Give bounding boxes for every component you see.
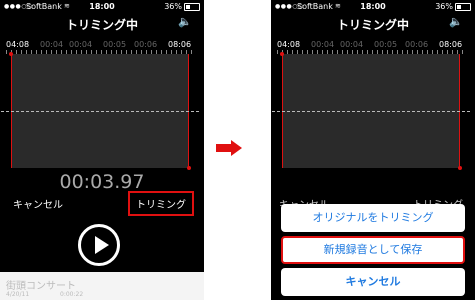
ruler-label: 00:05 xyxy=(103,40,127,49)
waveform-center-line xyxy=(272,111,470,112)
ruler-label: 00:06 xyxy=(134,40,158,49)
ruler-label: 00:04 xyxy=(40,40,64,49)
ruler-label-start: 04:08 xyxy=(277,40,301,49)
ruler-label: 00:04 xyxy=(340,40,364,49)
time-ruler: 04:08 00:04 00:04 00:05 00:06 08:06 xyxy=(277,40,467,54)
trim-handle-end[interactable] xyxy=(458,166,462,170)
battery-percent: 36% xyxy=(164,2,182,11)
trim-button[interactable]: トリミング xyxy=(128,191,194,216)
trim-screen: ●●●○○ SoftBank ≋ 18:00 36% トリミング中 🔈 04:0… xyxy=(0,0,204,300)
ruler-label: 00:04 xyxy=(69,40,93,49)
ruler-label-end: 08:06 xyxy=(168,40,192,49)
battery-icon xyxy=(455,3,471,11)
ruler-label-start: 04:08 xyxy=(6,40,30,49)
recording-date: 4/20/11 xyxy=(6,291,30,298)
status-bar: ●●●○○ SoftBank ≋ 18:00 36% xyxy=(0,0,204,13)
time-ruler: 04:08 00:04 00:04 00:05 00:06 08:06 xyxy=(6,40,196,54)
cancel-button[interactable]: キャンセル xyxy=(13,196,63,211)
ruler-label-end: 08:06 xyxy=(439,40,463,49)
save-as-new-recording-button[interactable]: 新規録音として保存 xyxy=(281,236,465,264)
sheet-cancel-button[interactable]: キャンセル xyxy=(281,268,465,296)
speaker-icon[interactable]: 🔈 xyxy=(178,15,192,28)
waveform-trim-area[interactable] xyxy=(1,52,199,170)
page-title: トリミング中 xyxy=(65,18,138,32)
page-title: トリミング中 xyxy=(336,18,409,32)
battery-icon xyxy=(184,3,200,11)
trim-handle-end[interactable] xyxy=(187,166,191,170)
trim-original-button[interactable]: オリジナルをトリミング xyxy=(281,204,465,232)
status-bar: ●●●○○ SoftBank ≋ 18:00 36% xyxy=(271,0,475,13)
waveform-center-line xyxy=(1,111,199,112)
trim-action-sheet-screen: ●●●○○ SoftBank ≋ 18:00 36% トリミング中 🔈 04:0… xyxy=(271,0,475,300)
play-button[interactable] xyxy=(78,224,120,266)
recording-name: 街頭コンサート xyxy=(6,281,76,292)
ruler-label: 00:05 xyxy=(374,40,398,49)
speaker-icon[interactable]: 🔈 xyxy=(449,15,463,28)
trim-handle-start[interactable] xyxy=(280,52,284,56)
play-icon xyxy=(95,236,109,254)
trim-handle-start[interactable] xyxy=(9,52,13,56)
list-item[interactable]: 街頭コンサート 4/20/11 0:00:22 xyxy=(0,272,204,300)
waveform-trim-area[interactable] xyxy=(272,52,470,170)
recording-duration: 0:00:22 xyxy=(60,291,84,298)
ruler-label: 00:04 xyxy=(311,40,335,49)
battery-percent: 36% xyxy=(435,2,453,11)
right-arrow-icon xyxy=(216,140,242,156)
ruler-label: 00:06 xyxy=(405,40,429,49)
timer-display: 00:03.97 xyxy=(59,171,145,193)
